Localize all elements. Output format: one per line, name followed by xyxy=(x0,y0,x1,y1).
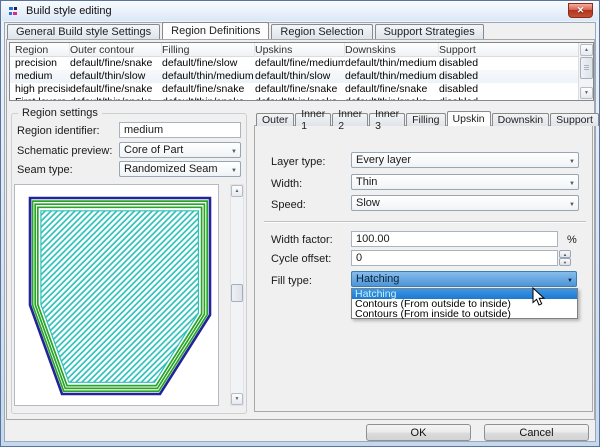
tab-region-definitions[interactable]: Region Definitions xyxy=(162,22,269,39)
fill-type-select[interactable]: Hatching ▼ xyxy=(351,271,577,287)
table-row-first-layers[interactable]: First layersdefault/thin/snakedefault/th… xyxy=(10,96,593,101)
tab-support[interactable]: Support xyxy=(550,113,599,126)
column-header-outer-contour[interactable]: Outer contour xyxy=(70,43,162,57)
scroll-up-icon[interactable]: ▲ xyxy=(580,44,593,56)
tab-inner-1[interactable]: Inner 1 xyxy=(295,113,331,126)
schematic-preview-label: Schematic preview: xyxy=(17,145,112,157)
width-label: Width: xyxy=(271,178,302,190)
column-header-downskins[interactable]: Downskins xyxy=(345,43,439,57)
title-bar[interactable]: Build style editing ✕ xyxy=(2,1,598,21)
column-header-support[interactable]: Support xyxy=(439,43,593,57)
regions-table-header: Region Outer contour Filling Upskins Dow… xyxy=(10,43,593,57)
upskin-panel xyxy=(254,125,593,412)
speed-label: Speed: xyxy=(271,199,306,211)
build-style-editing-dialog: Build style editing ✕ General Build styl… xyxy=(0,0,600,447)
chevron-down-icon: ▼ xyxy=(569,156,575,168)
ok-button[interactable]: OK xyxy=(366,424,471,441)
schematic-preview-select[interactable]: Core of Part ▼ xyxy=(119,142,241,158)
preview-scrollbar[interactable]: ▲ ▼ xyxy=(230,184,244,406)
cancel-button[interactable]: Cancel xyxy=(484,424,589,441)
chevron-down-icon: ▼ xyxy=(231,165,237,177)
chevron-down-icon: ▼ xyxy=(231,146,237,158)
tab-region-selection[interactable]: Region Selection xyxy=(271,24,372,39)
column-header-region[interactable]: Region xyxy=(15,43,70,57)
app-icon xyxy=(8,5,21,18)
table-scrollbar[interactable]: ▲ ▼ xyxy=(578,43,593,100)
option-contours-inside-to-outside[interactable]: Contours (From inside to outside) xyxy=(352,309,577,319)
spinner-up-icon[interactable]: ▲ xyxy=(559,250,571,258)
table-row-high-precision[interactable]: high precisiondefault/fine/snakedefault/… xyxy=(10,83,593,96)
scroll-down-icon[interactable]: ▼ xyxy=(231,393,243,405)
table-row-medium-selected[interactable]: mediumdefault/thin/slowdefault/thin/medi… xyxy=(10,70,593,83)
table-row-precision[interactable]: precisiondefault/fine/snakedefault/fine/… xyxy=(10,57,593,70)
region-identifier-label: Region identifier: xyxy=(17,125,100,137)
region-settings-group-label: Region settings xyxy=(18,107,102,119)
tab-inner-3[interactable]: Inner 3 xyxy=(369,113,405,126)
main-tab-strip: General Build style Settings Region Defi… xyxy=(7,22,486,39)
region-preview-drawing xyxy=(15,185,220,407)
cycle-offset-input[interactable]: 0 xyxy=(351,250,558,266)
tab-general-build-style-settings[interactable]: General Build style Settings xyxy=(7,24,160,39)
tab-upskin[interactable]: Upskin xyxy=(447,111,491,126)
regions-table: Region Outer contour Filling Upskins Dow… xyxy=(9,42,594,101)
chevron-down-icon: ▼ xyxy=(569,178,575,190)
fill-type-label: Fill type: xyxy=(271,275,312,287)
column-header-filling[interactable]: Filling xyxy=(162,43,255,57)
preview-scrollbar-thumb[interactable] xyxy=(231,284,243,302)
chevron-down-icon: ▼ xyxy=(567,275,573,287)
chevron-down-icon: ▼ xyxy=(569,199,575,211)
seam-type-label: Seam type: xyxy=(17,164,73,176)
section-divider xyxy=(264,221,586,223)
tab-support-strategies[interactable]: Support Strategies xyxy=(375,24,484,39)
layer-type-label: Layer type: xyxy=(271,156,325,168)
speed-select[interactable]: Slow ▼ xyxy=(351,195,579,211)
close-button[interactable]: ✕ xyxy=(568,3,593,18)
schematic-preview-canvas xyxy=(14,184,219,406)
close-icon: ✕ xyxy=(577,5,585,16)
region-detail-tab-strip: Outer Inner 1 Inner 2 Inner 3 Filling Up… xyxy=(256,111,600,126)
table-scrollbar-thumb[interactable] xyxy=(580,57,593,79)
scroll-down-icon[interactable]: ▼ xyxy=(580,87,593,99)
width-select[interactable]: Thin ▼ xyxy=(351,174,579,190)
tab-outer[interactable]: Outer xyxy=(256,113,294,126)
spinner-down-icon[interactable]: ▼ xyxy=(559,258,571,266)
layer-type-select[interactable]: Every layer ▼ xyxy=(351,152,579,168)
region-identifier-input[interactable]: medium xyxy=(119,122,241,138)
mouse-cursor-icon xyxy=(532,287,546,309)
tab-filling[interactable]: Filling xyxy=(406,113,445,126)
tab-downskin[interactable]: Downskin xyxy=(492,113,550,126)
scroll-up-icon[interactable]: ▲ xyxy=(231,185,243,197)
width-factor-input[interactable]: 100.00 xyxy=(351,231,558,247)
seam-type-select[interactable]: Randomized Seam ▼ xyxy=(119,161,241,177)
column-header-upskins[interactable]: Upskins xyxy=(255,43,345,57)
cycle-offset-stepper: ▲ ▼ xyxy=(559,250,571,266)
window-title: Build style editing xyxy=(26,5,112,17)
width-factor-unit: % xyxy=(567,234,577,246)
cycle-offset-label: Cycle offset: xyxy=(271,253,331,265)
width-factor-label: Width factor: xyxy=(271,234,333,246)
tab-inner-2[interactable]: Inner 2 xyxy=(332,113,368,126)
